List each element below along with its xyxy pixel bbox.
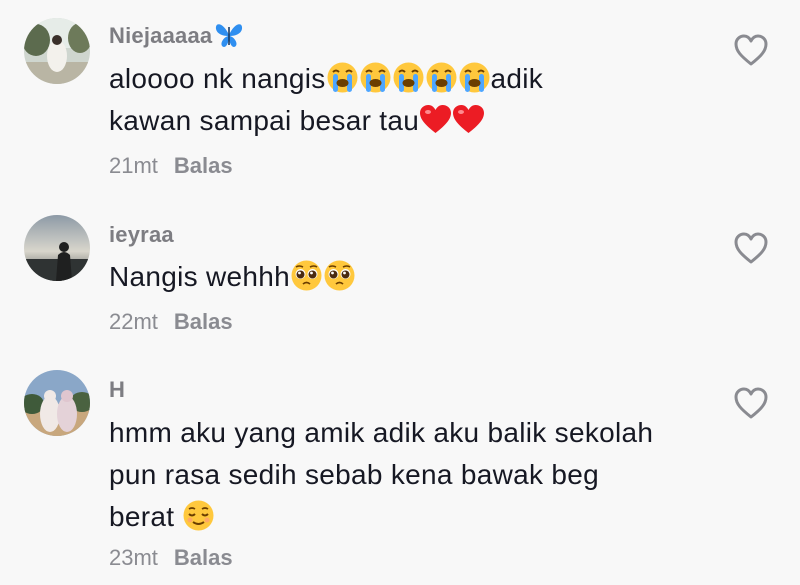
comment-meta: 23mt Balas — [109, 545, 233, 571]
comment-text-part: adik — [490, 63, 544, 94]
avatar[interactable] — [24, 370, 90, 436]
heart-outline-icon — [734, 34, 768, 66]
loudly-crying-face-icon — [425, 61, 458, 94]
comment-text-part: kawan sampai besar tau — [109, 105, 420, 136]
heart-outline-icon — [734, 387, 768, 419]
timestamp: 21mt — [109, 153, 158, 178]
username-text: H — [109, 377, 126, 402]
username[interactable]: Niejaaaaa — [109, 21, 244, 55]
loudly-crying-face-icon — [458, 61, 491, 94]
username-text: Niejaaaaa — [109, 23, 213, 48]
like-button[interactable] — [733, 33, 769, 67]
heart-outline-icon — [734, 232, 768, 264]
username[interactable]: ieyraa — [109, 222, 174, 248]
red-heart-icon — [452, 103, 485, 136]
pleading-face-icon — [290, 259, 323, 292]
comment-text-part: Nangis wehhh — [109, 261, 291, 292]
comment-item: Niejaaaaa aloooo nk nangis adik kawan sam… — [0, 0, 800, 190]
username-text: ieyraa — [109, 222, 174, 247]
loudly-crying-face-icon — [392, 61, 425, 94]
comment-text-part: berat — [109, 501, 175, 532]
avatar[interactable] — [24, 215, 90, 281]
comment-text: hmm aku yang amik adik aku balik sekolah… — [109, 412, 709, 538]
reply-button[interactable]: Balas — [174, 153, 233, 178]
loudly-crying-face-icon — [326, 61, 359, 94]
butterfly-emoji-icon — [214, 21, 244, 55]
comment-text-part: pun rasa sedih sebab kena bawak beg — [109, 459, 599, 490]
timestamp: 23mt — [109, 545, 158, 570]
avatar[interactable] — [24, 18, 90, 84]
comment-item: ieyraa Nangis wehhh 22mt Balas — [0, 200, 800, 350]
reply-button[interactable]: Balas — [174, 309, 233, 334]
username[interactable]: H — [109, 377, 125, 403]
comment-text: aloooo nk nangis adik kawan sampai besar … — [109, 58, 709, 142]
timestamp: 22mt — [109, 309, 158, 334]
like-button[interactable] — [733, 386, 769, 420]
comment-meta: 21mt Balas — [109, 153, 233, 179]
reply-button[interactable]: Balas — [174, 545, 233, 570]
comment-item: H hmm aku yang amik adik aku balik sekol… — [0, 355, 800, 585]
relieved-face-icon — [182, 499, 215, 532]
comment-text: Nangis wehhh — [109, 256, 709, 298]
comment-text-part: aloooo nk nangis — [109, 63, 326, 94]
comment-meta: 22mt Balas — [109, 309, 233, 335]
comment-text-part: hmm aku yang amik adik aku balik sekolah — [109, 417, 654, 448]
pleading-face-icon — [323, 259, 356, 292]
red-heart-icon — [419, 103, 452, 136]
loudly-crying-face-icon — [359, 61, 392, 94]
like-button[interactable] — [733, 231, 769, 265]
